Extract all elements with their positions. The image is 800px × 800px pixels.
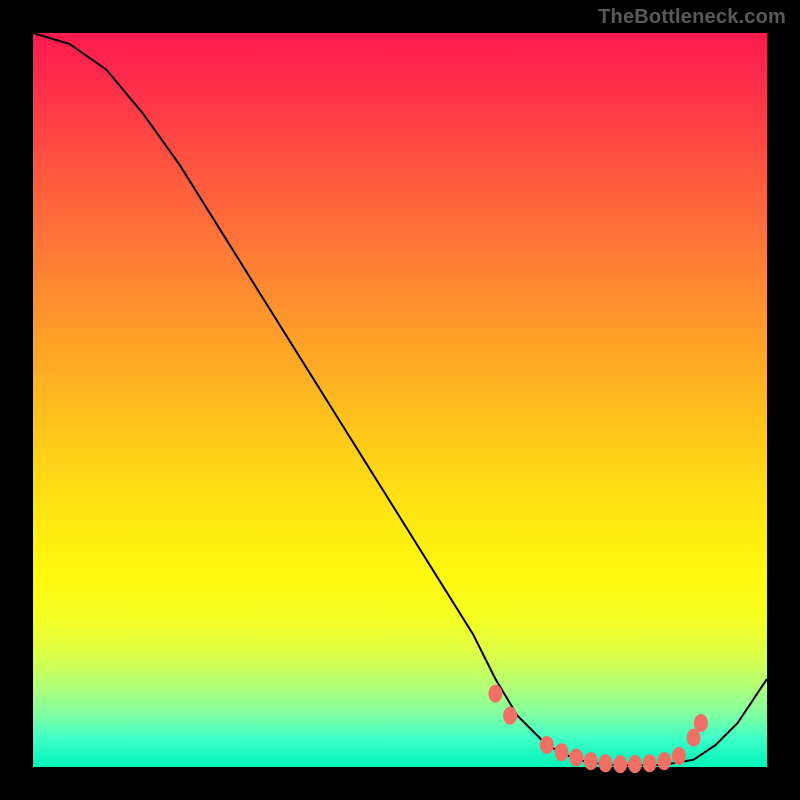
marker-dot bbox=[569, 749, 583, 767]
bottleneck-curve bbox=[33, 33, 767, 766]
marker-dot bbox=[584, 752, 598, 770]
marker-dot bbox=[672, 747, 686, 765]
marker-group bbox=[488, 685, 708, 774]
chart-svg bbox=[33, 33, 767, 767]
marker-dot bbox=[657, 752, 671, 770]
marker-dot bbox=[503, 707, 517, 725]
marker-dot bbox=[613, 755, 627, 773]
marker-dot bbox=[628, 755, 642, 773]
marker-dot bbox=[540, 736, 554, 754]
chart-frame: TheBottleneck.com bbox=[0, 0, 800, 800]
marker-dot bbox=[694, 714, 708, 732]
marker-dot bbox=[488, 685, 502, 703]
watermark-text: TheBottleneck.com bbox=[598, 6, 786, 29]
marker-dot bbox=[599, 754, 613, 772]
marker-dot bbox=[643, 754, 657, 772]
plot-area bbox=[33, 33, 767, 767]
marker-dot bbox=[555, 743, 569, 761]
